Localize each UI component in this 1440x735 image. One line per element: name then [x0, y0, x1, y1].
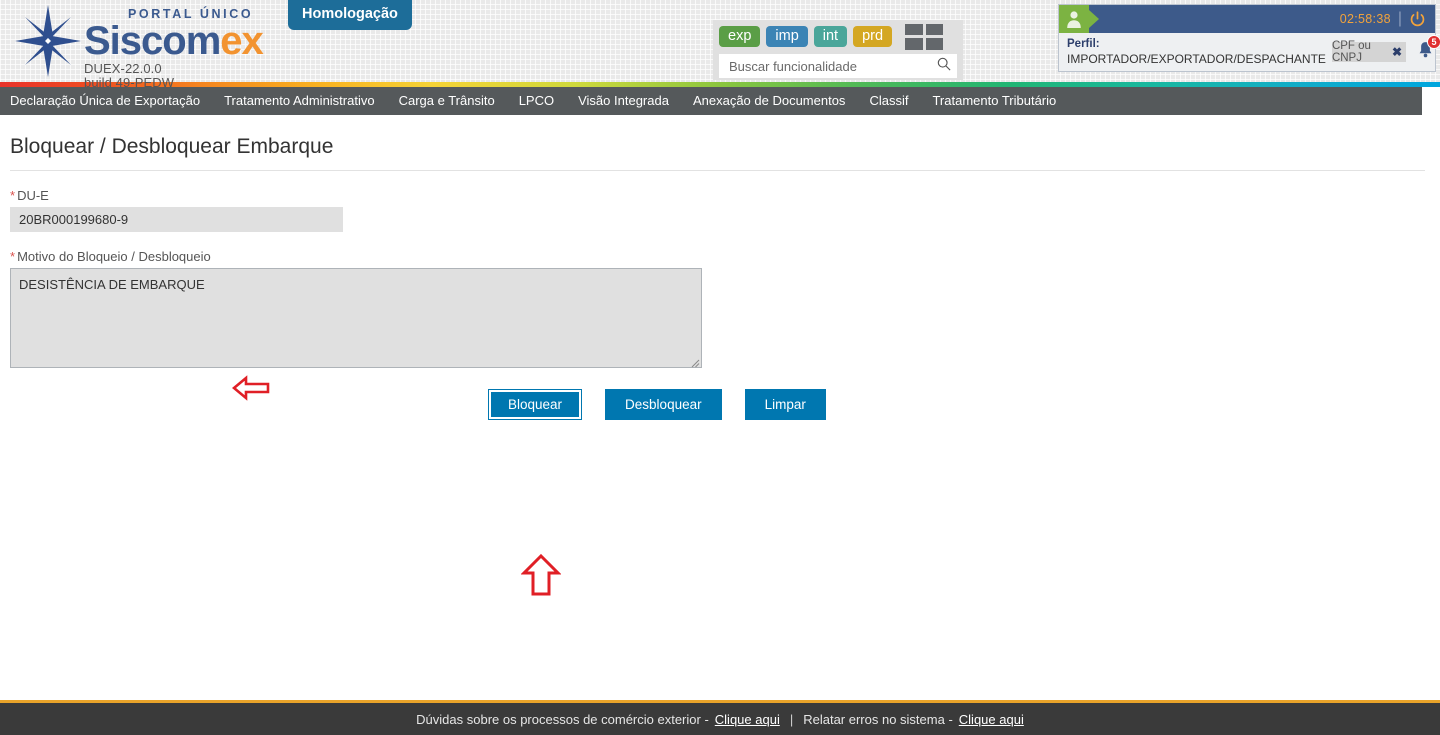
environment-badge: Homologação — [288, 0, 412, 30]
main-navigation: Declaração Única de Exportação Tratament… — [0, 87, 1422, 115]
nav-item-anexacao-documentos[interactable]: Anexação de Documentos — [681, 87, 857, 115]
user-avatar-icon[interactable] — [1059, 5, 1099, 33]
brand-name-accent: ex — [220, 18, 263, 63]
compass-rose-icon — [12, 2, 84, 80]
motivo-field-label: * Motivo do Bloqueio / Desbloqueio — [10, 249, 1440, 264]
env-button-int[interactable]: int — [813, 25, 848, 48]
env-button-prd[interactable]: prd — [853, 25, 893, 48]
nav-item-lpco[interactable]: LPCO — [507, 87, 566, 115]
profile-panel: 02:58:38 | Perfil: IMPORTADOR/EXPORTADOR… — [1058, 4, 1440, 72]
profile-label: Perfil: IMPORTADOR/EXPORTADOR/DESPACHANT… — [1067, 37, 1326, 66]
site-header: PORTAL ÚNICO Siscomex DUEX-22.0.0 build … — [0, 0, 1440, 89]
footer-text-duvidas: Dúvidas sobre os processos de comércio e… — [416, 711, 709, 727]
env-button-exp[interactable]: exp — [719, 25, 761, 48]
brand-logo[interactable]: PORTAL ÚNICO Siscomex DUEX-22.0.0 build … — [12, 2, 264, 90]
page-title-wrap: Bloquear / Desbloquear Embarque — [10, 135, 1425, 171]
nav-item-classif[interactable]: Classif — [857, 87, 920, 115]
due-input[interactable] — [10, 207, 343, 232]
notification-bell-icon[interactable]: 5 — [1416, 35, 1440, 64]
page-title: Bloquear / Desbloquear Embarque — [10, 135, 334, 158]
footer-separator: | — [789, 711, 794, 727]
environment-switcher: exp imp int prd — [719, 23, 959, 50]
profile-details-bar: Perfil: IMPORTADOR/EXPORTADOR/DESPACHANT… — [1059, 33, 1440, 71]
motivo-textarea[interactable]: DESISTÊNCIA DE EMBARQUE — [10, 268, 702, 368]
desbloquear-button[interactable]: Desbloquear — [605, 389, 722, 420]
brand-name-primary: Siscom — [84, 18, 221, 63]
session-timer: 02:58:38 — [1339, 12, 1391, 26]
footer-link-duvidas[interactable]: Clique aqui — [715, 712, 780, 727]
profile-header-bar: 02:58:38 | — [1059, 5, 1435, 33]
timer-separator: | — [1397, 10, 1402, 27]
footer-link-erros[interactable]: Clique aqui — [959, 712, 1024, 727]
search-cluster: exp imp int prd — [713, 20, 963, 80]
footer-text-erros: Relatar erros no sistema - — [803, 711, 953, 727]
nav-item-declaracao-unica-exportacao[interactable]: Declaração Única de Exportação — [0, 87, 212, 115]
required-marker: * — [10, 188, 16, 203]
profile-key: Perfil: — [1067, 38, 1100, 51]
due-label-text: DU-E — [17, 188, 49, 203]
nav-item-visao-integrada[interactable]: Visão Integrada — [566, 87, 681, 115]
limpar-button[interactable]: Limpar — [744, 389, 826, 420]
nav-item-tratamento-tributario[interactable]: Tratamento Tributário — [920, 87, 1068, 115]
main-content: Bloquear / Desbloquear Embarque *DU-E *M… — [0, 135, 1440, 596]
due-field-label: * DU-E — [10, 188, 1440, 203]
site-footer: Dúvidas sobre os processos de comércio e… — [0, 700, 1440, 735]
brand-build: build 49-PEDW — [84, 74, 175, 90]
nav-item-tratamento-administrativo[interactable]: Tratamento Administrativo — [212, 87, 387, 115]
motivo-label-text: Motivo do Bloqueio / Desbloqueio — [17, 249, 211, 264]
close-x-icon[interactable]: ✖ — [1392, 45, 1402, 59]
search-box[interactable] — [719, 54, 957, 78]
bloquear-button[interactable]: Bloquear — [488, 389, 583, 420]
grid-apps-icon[interactable] — [905, 23, 944, 50]
action-button-row: Bloquear Desbloquear Limpar — [10, 389, 1440, 420]
cpf-cnpj-field[interactable]: CPF ou CNPJ ✖ — [1331, 40, 1406, 64]
env-button-imp[interactable]: imp — [766, 25, 808, 48]
brand-version: DUEX-22.0.0 — [84, 60, 162, 76]
search-input[interactable] — [727, 57, 937, 75]
search-icon[interactable] — [937, 57, 951, 76]
cpf-cnpj-placeholder: CPF ou CNPJ — [1331, 40, 1371, 64]
motivo-textarea-wrap: DESISTÊNCIA DE EMBARQUE — [10, 268, 702, 368]
notification-count-badge: 5 — [1427, 35, 1440, 49]
arrow-up-icon — [520, 553, 562, 602]
power-icon[interactable] — [1409, 10, 1426, 28]
required-marker-motivo: * — [10, 249, 16, 264]
footer-bar: Dúvidas sobre os processos de comércio e… — [0, 703, 1440, 735]
profile-value: IMPORTADOR/EXPORTADOR/DESPACHANTE — [1067, 51, 1326, 66]
nav-item-carga-transito[interactable]: Carga e Trânsito — [387, 87, 507, 115]
